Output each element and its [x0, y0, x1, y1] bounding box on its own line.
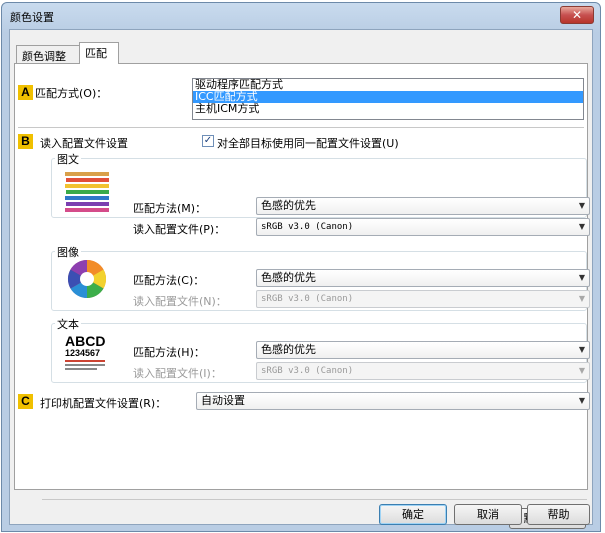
matching-tab-page: A 匹配方式(O)： 驱动程序匹配方式 ICC匹配方式 主机ICM方式 B 读入…: [14, 63, 590, 529]
chevron-down-icon: ▼: [578, 345, 585, 354]
printer-profile-label: 打印机配置文件设置(R)：: [40, 397, 167, 410]
printer-profile-dropdown[interactable]: 自动设置 ▼: [196, 392, 590, 410]
dialog-client-area: 颜色调整 匹配 A 匹配方式(O)： 驱动程序匹配方式 ICC匹配方式 主机IC…: [9, 29, 593, 529]
chevron-down-icon: ▼: [578, 366, 585, 375]
window-title: 颜色设置: [10, 11, 54, 24]
dropdown-value: 色感的优先: [261, 199, 316, 212]
chevron-down-icon: ▼: [578, 273, 585, 282]
graphics-profile-label: 读入配置文件(P)：: [133, 223, 226, 236]
title-bar: 颜色设置 ✕: [2, 3, 600, 29]
tab-label: 颜色调整: [22, 50, 66, 63]
dropdown-value: 自动设置: [201, 394, 245, 407]
graphics-method-label: 匹配方法(M)：: [133, 202, 207, 215]
chevron-down-icon: ▼: [578, 294, 585, 303]
badge-a: A: [18, 85, 33, 100]
dropdown-value: sRGB v3.0 (Canon): [261, 294, 354, 304]
image-method-dropdown[interactable]: 色感的优先 ▼: [256, 269, 590, 287]
colored-pencils-icon: [65, 172, 109, 212]
graphics-method-dropdown[interactable]: 色感的优先 ▼: [256, 197, 590, 215]
text-sample-number: 1234567: [65, 348, 101, 358]
text-profile-dropdown[interactable]: sRGB v3.0 (Canon) ▼: [256, 362, 590, 380]
separator: [18, 127, 584, 128]
text-group-title: 文本: [55, 316, 81, 332]
tab-color-adjust[interactable]: 颜色调整: [16, 45, 80, 63]
profile-settings-label: 读入配置文件设置: [40, 137, 128, 150]
dropdown-value: sRGB v3.0 (Canon): [261, 366, 354, 376]
text-sample-icon: ABCD 1234567: [65, 334, 113, 374]
matching-mode-listbox[interactable]: 驱动程序匹配方式 ICC匹配方式 主机ICM方式: [192, 78, 584, 120]
badge-b: B: [18, 134, 33, 149]
image-profile-label: 读入配置文件(N)：: [133, 295, 227, 308]
help-button[interactable]: 帮助: [527, 504, 590, 525]
cancel-button[interactable]: 取消: [454, 504, 522, 525]
dropdown-value: 色感的优先: [261, 271, 316, 284]
text-method-label: 匹配方法(H)：: [133, 346, 205, 359]
close-button[interactable]: ✕: [560, 6, 594, 24]
text-profile-label: 读入配置文件(I)：: [133, 367, 222, 380]
dropdown-value: 色感的优先: [261, 343, 316, 356]
tab-label: 匹配: [85, 47, 107, 60]
color-settings-dialog: 颜色设置 ✕ 颜色调整 匹配 A 匹配方式(O)： 驱动程序匹配方式 ICC匹配…: [1, 2, 601, 532]
badge-c: C: [18, 394, 33, 409]
matching-mode-label: 匹配方式(O)：: [35, 87, 108, 100]
chevron-down-icon: ▼: [578, 396, 585, 405]
image-method-label: 匹配方法(C)：: [133, 274, 205, 287]
text-method-dropdown[interactable]: 色感的优先 ▼: [256, 341, 590, 359]
tab-matching[interactable]: 匹配: [79, 42, 119, 64]
image-profile-dropdown[interactable]: sRGB v3.0 (Canon) ▼: [256, 290, 590, 308]
graphics-profile-dropdown[interactable]: sRGB v3.0 (Canon) ▼: [256, 218, 590, 236]
same-profile-checkbox-label[interactable]: 对全部目标使用同一配置文件设置(U): [217, 135, 399, 151]
graphics-group-title: 图文: [55, 151, 81, 167]
color-wheel-icon: [67, 259, 107, 299]
ok-button[interactable]: 确定: [379, 504, 447, 525]
text-sample-heading: ABCD: [65, 333, 106, 349]
dropdown-value: sRGB v3.0 (Canon): [261, 222, 354, 232]
same-profile-checkbox[interactable]: ✓: [202, 135, 214, 147]
list-item-host-icm[interactable]: 主机ICM方式: [193, 103, 583, 115]
chevron-down-icon: ▼: [578, 201, 585, 210]
separator: [42, 499, 587, 500]
chevron-down-icon: ▼: [578, 222, 585, 231]
